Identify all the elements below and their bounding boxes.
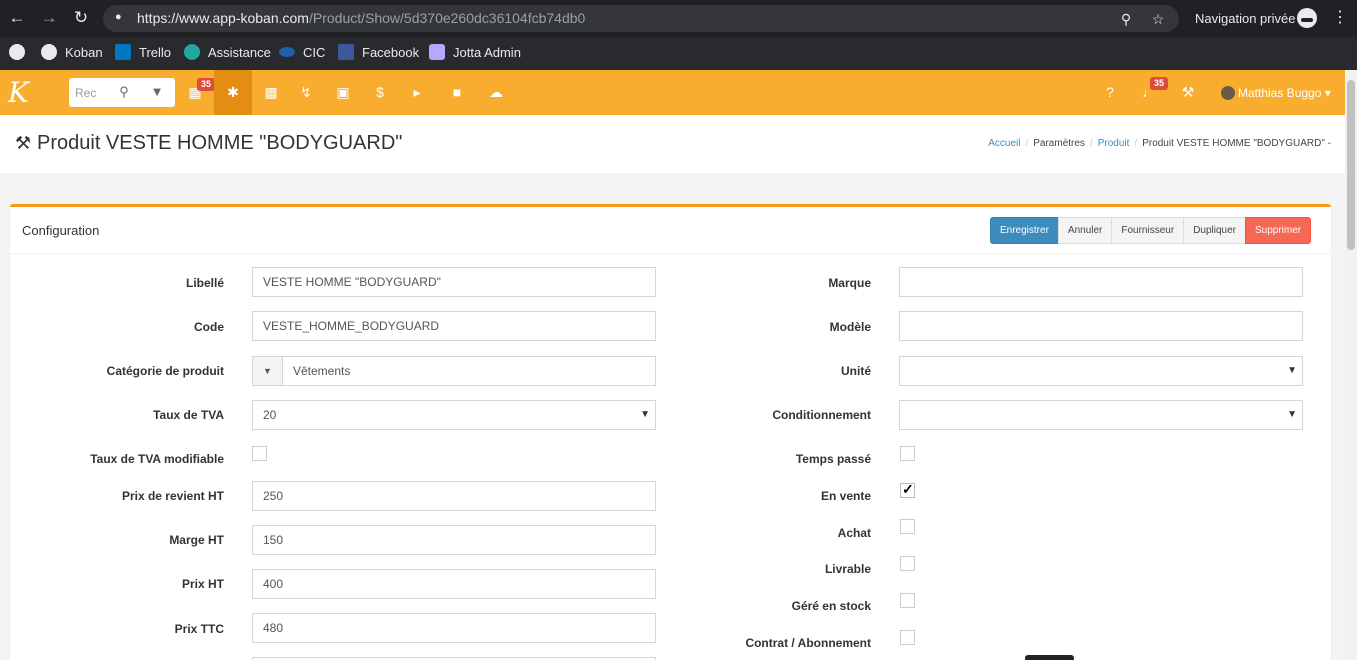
lock-icon: ● <box>115 11 122 23</box>
koban-icon <box>41 44 57 60</box>
tooltip-chip <box>1025 655 1074 660</box>
bookmarks-bar: Koban Trello Assistance CIC Facebook Jot… <box>0 37 1357 70</box>
calendar-icon[interactable]: ▦ <box>176 70 214 115</box>
page-title: ⚒ Produit VESTE HOMME "BODYGUARD" <box>15 132 403 154</box>
incognito-icon[interactable] <box>1297 8 1317 28</box>
temps-passe-label: Temps passé <box>795 452 871 466</box>
select-arrow-icon: ▼ <box>1287 365 1297 376</box>
checkmark-icon: ✓ <box>902 481 914 497</box>
bolt-icon[interactable]: ↯ <box>287 70 325 115</box>
box-header: Configuration Enregistrer Annuler Fourni… <box>10 207 1331 254</box>
user-name: Matthias Buggo <box>1238 86 1322 100</box>
jotta-icon <box>429 44 445 60</box>
prix-ttc-label: Prix TTC <box>174 622 224 636</box>
conditionnement-select[interactable]: ▼ <box>899 400 1303 430</box>
more-menu-icon[interactable]: ⋮ <box>1332 9 1348 27</box>
livrable-checkbox[interactable] <box>900 556 915 571</box>
filter-icon[interactable]: ▼ <box>148 83 166 101</box>
calendar-badge: 35 <box>197 78 216 91</box>
bullhorn-icon[interactable]: ▸ <box>398 70 436 115</box>
star-icon[interactable]: ☆ <box>1148 9 1168 29</box>
url-text: https://www.app-koban.com/Product/Show/5… <box>137 10 586 26</box>
search-input[interactable] <box>75 84 99 101</box>
bookmark-koban-short[interactable] <box>9 44 33 62</box>
achat-checkbox[interactable] <box>900 519 915 534</box>
private-browsing-label: Navigation privée <box>1195 11 1296 26</box>
avatar <box>1221 86 1235 100</box>
unite-select[interactable]: ▼ <box>899 356 1303 386</box>
headset-icon <box>184 44 200 60</box>
forward-icon[interactable]: → <box>39 8 59 28</box>
puzzle-icon[interactable]: ■ <box>438 70 476 115</box>
bookmark-jotta[interactable]: Jotta Admin <box>429 44 521 62</box>
conditionnement-label: Conditionnement <box>772 408 871 422</box>
contrat-checkbox[interactable] <box>900 630 915 645</box>
achat-label: Achat <box>837 526 871 540</box>
contrat-label: Contrat / Abonnement <box>745 636 871 650</box>
action-buttons: Enregistrer Annuler Fournisseur Duplique… <box>990 217 1312 244</box>
modele-label: Modèle <box>829 320 871 334</box>
koban-icon <box>9 44 25 60</box>
asterisk-icon[interactable]: ✱ <box>214 70 252 115</box>
duplicate-button[interactable]: Dupliquer <box>1183 217 1246 244</box>
bookmark-facebook[interactable]: Facebook <box>338 44 419 62</box>
en-vente-label: En vente <box>820 489 871 503</box>
breadcrumb: Accueil / Paramètres / Produit / Produit VESTE… <box>988 138 1331 149</box>
save-button[interactable]: Enregistrer <box>990 217 1059 244</box>
cic-icon <box>279 47 295 57</box>
bookmark-trello[interactable]: Trello <box>115 44 171 62</box>
supplier-button[interactable]: Fournisseur <box>1111 217 1185 244</box>
select-arrow-icon: ▼ <box>1287 409 1297 420</box>
page-scrollbar[interactable] <box>1345 70 1357 660</box>
breadcrumb-home[interactable]: Accueil <box>988 138 1020 149</box>
breadcrumb-product[interactable]: Produit <box>1098 138 1130 149</box>
cloud-icon[interactable]: ☁ <box>477 70 515 115</box>
dollar-icon[interactable]: $ <box>361 70 399 115</box>
temps-passe-checkbox[interactable] <box>900 446 915 461</box>
bookmark-cic[interactable]: CIC <box>279 44 325 62</box>
zoom-icon[interactable]: ⚲ <box>1116 9 1136 29</box>
search-box: ⚲ ▼ <box>69 78 175 107</box>
building-icon[interactable]: ▩ <box>252 70 290 115</box>
user-menu[interactable]: Matthias Buggo ▾ <box>1221 84 1331 102</box>
address-bar[interactable]: ● https://www.app-koban.com/Product/Show… <box>103 5 1179 32</box>
gere-stock-label: Géré en stock <box>791 599 871 613</box>
modele-field[interactable] <box>899 311 1303 341</box>
prix-ht-label: Prix HT <box>181 577 224 591</box>
bookmark-assistance[interactable]: Assistance <box>184 44 271 62</box>
help-icon[interactable]: ? <box>1091 70 1129 115</box>
reload-icon[interactable]: ↻ <box>71 8 91 28</box>
money-icon[interactable]: ▣ <box>324 70 362 115</box>
delete-button[interactable]: Supprimer <box>1245 217 1312 244</box>
caret-down-icon: ▾ <box>1324 86 1331 100</box>
app-navbar: K ⚲ ▼ ▦ 35 ✱ ▩ ↯ ▣ $ ▸ ■ ☁ ? ♩ 35 ⚒ Matt… <box>0 70 1345 115</box>
en-vente-checkbox[interactable]: ✓ <box>900 481 915 498</box>
scrollbar-thumb[interactable] <box>1347 80 1355 250</box>
koban-logo[interactable]: K <box>8 78 44 108</box>
trello-icon <box>115 44 131 60</box>
marque-field[interactable] <box>899 267 1303 297</box>
search-icon[interactable]: ⚲ <box>115 83 133 101</box>
browser-toolbar: ← → ↻ ● https://www.app-koban.com/Produc… <box>0 0 1357 37</box>
back-icon[interactable]: ← <box>7 8 27 28</box>
facebook-icon <box>338 44 354 60</box>
page-header: ⚒ Produit VESTE HOMME "BODYGUARD" Accueil… <box>0 115 1345 173</box>
marque-label: Marque <box>828 276 871 290</box>
breadcrumb-settings: Paramètres <box>1033 138 1085 149</box>
livrable-label: Livrable <box>824 562 871 576</box>
wrench-icon[interactable]: ⚒ <box>1169 70 1207 115</box>
notification-badge: 35 <box>1150 77 1169 90</box>
cancel-button[interactable]: Annuler <box>1057 217 1113 244</box>
box-title: Configuration <box>22 223 100 238</box>
breadcrumb-current: Produit VESTE HOMME "BODYGUARD" - <box>1142 138 1331 149</box>
bookmark-koban[interactable]: Koban <box>41 44 103 62</box>
unite-label: Unité <box>841 364 871 378</box>
wrench-icon: ⚒ <box>15 133 32 153</box>
gere-stock-checkbox[interactable] <box>900 593 915 608</box>
